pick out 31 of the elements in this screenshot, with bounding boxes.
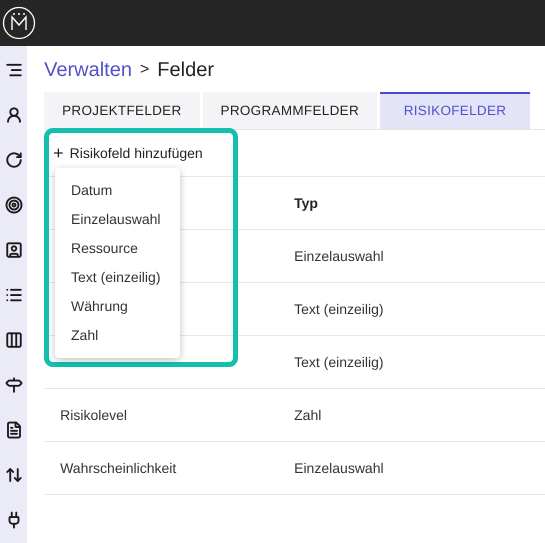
document-icon[interactable] bbox=[4, 421, 23, 439]
logo-icon bbox=[2, 6, 36, 40]
menu-item[interactable]: Ressource bbox=[55, 234, 180, 263]
breadcrumb-separator: > bbox=[140, 60, 150, 80]
refresh-icon[interactable] bbox=[4, 151, 23, 169]
columns-icon[interactable] bbox=[4, 331, 23, 349]
table-cell: Wahrscheinlichkeit bbox=[60, 460, 176, 476]
tab[interactable]: PROJEKTFELDER bbox=[44, 92, 200, 129]
menu-item[interactable]: Zahl bbox=[55, 321, 180, 350]
tab[interactable]: PROGRAMMFELDER bbox=[202, 92, 377, 129]
table-cell-text: Text (einzeilig) bbox=[294, 300, 384, 319]
table-cell-text: Zahl bbox=[294, 406, 322, 424]
menu-item[interactable]: Text (einzeilig) bbox=[55, 263, 180, 292]
table-cell-text: Text (einzeilig) bbox=[294, 352, 384, 372]
menu-item[interactable]: Einzelauswahl bbox=[55, 205, 180, 234]
table-cell-text: Einzelauswahl bbox=[294, 458, 384, 478]
table-cell: Risikolevel bbox=[60, 406, 128, 422]
menu-icon[interactable] bbox=[4, 61, 23, 79]
list-icon[interactable] bbox=[4, 286, 23, 304]
menu-item[interactable]: Währung bbox=[55, 292, 180, 321]
page-title: Felder bbox=[157, 58, 214, 83]
target-icon[interactable] bbox=[4, 196, 23, 214]
tab[interactable]: RISIKOFELDER bbox=[380, 92, 530, 129]
add-field-button[interactable]: + Risikofeld hinzufügen bbox=[53, 142, 203, 164]
menu-item[interactable]: Datum bbox=[55, 176, 180, 205]
badge-icon[interactable] bbox=[4, 241, 23, 259]
breadcrumb-link[interactable]: Verwalten bbox=[44, 55, 132, 85]
swap-icon[interactable] bbox=[4, 466, 23, 484]
table-cell-text: Einzelauswahl bbox=[294, 246, 384, 266]
column-header: Typ bbox=[294, 194, 318, 213]
signpost-icon[interactable] bbox=[4, 376, 23, 394]
